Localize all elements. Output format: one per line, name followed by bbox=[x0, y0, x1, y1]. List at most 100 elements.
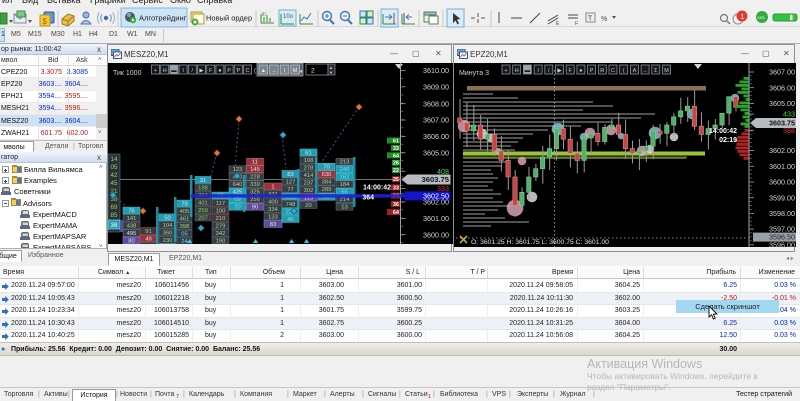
svg-text:3605.00: 3605.00 bbox=[423, 148, 449, 157]
svg-text:3608.00: 3608.00 bbox=[423, 99, 449, 108]
svg-text:M: M bbox=[664, 68, 669, 74]
svg-text:(: ( bbox=[254, 69, 256, 75]
svg-text:Σ: Σ bbox=[654, 68, 658, 74]
svg-text:278: 278 bbox=[304, 165, 314, 171]
svg-text:26: 26 bbox=[393, 161, 399, 167]
svg-text:85: 85 bbox=[111, 212, 118, 219]
svg-text:123: 123 bbox=[233, 167, 243, 173]
svg-text:237: 237 bbox=[304, 180, 314, 186]
svg-text:364: 364 bbox=[362, 195, 374, 202]
svg-text:%: % bbox=[601, 16, 607, 23]
svg-text:214: 214 bbox=[340, 197, 350, 203]
svg-text:09: 09 bbox=[234, 197, 240, 203]
svg-text:3602.00: 3602.00 bbox=[423, 198, 449, 207]
svg-text:90: 90 bbox=[252, 205, 258, 211]
svg-text:127: 127 bbox=[286, 179, 296, 185]
svg-text:210: 210 bbox=[216, 216, 226, 222]
svg-text:lt!: lt! bbox=[262, 12, 266, 18]
svg-text:14:00:42: 14:00:42 bbox=[363, 185, 391, 192]
svg-text:14:00:42: 14:00:42 bbox=[709, 128, 737, 135]
svg-text:T: T bbox=[588, 16, 593, 23]
svg-text:05: 05 bbox=[111, 164, 118, 171]
svg-text:184: 184 bbox=[340, 182, 350, 188]
svg-text:13: 13 bbox=[341, 205, 347, 211]
svg-text:76: 76 bbox=[128, 209, 134, 215]
svg-text:3606.00: 3606.00 bbox=[769, 83, 795, 92]
svg-text:70: 70 bbox=[323, 165, 329, 171]
svg-text:14: 14 bbox=[111, 156, 118, 163]
svg-text:213: 213 bbox=[340, 160, 350, 166]
svg-text:20: 20 bbox=[234, 205, 240, 211]
svg-text:$: $ bbox=[43, 17, 48, 26]
svg-text:405: 405 bbox=[180, 209, 190, 215]
svg-text:M: M bbox=[293, 68, 298, 74]
svg-text:20: 20 bbox=[305, 203, 311, 209]
svg-text:302: 302 bbox=[304, 188, 314, 194]
svg-text:438: 438 bbox=[127, 224, 137, 230]
svg-text:▼: ▼ bbox=[329, 70, 333, 75]
svg-text:69: 69 bbox=[111, 204, 118, 211]
svg-text:11: 11 bbox=[252, 160, 258, 166]
svg-text:05: 05 bbox=[181, 232, 187, 238]
svg-text:10o: 10o bbox=[283, 14, 294, 20]
svg-text:Новый ордер: Новый ордер bbox=[206, 14, 252, 23]
svg-text:→: → bbox=[642, 68, 648, 74]
svg-text:433: 433 bbox=[783, 110, 795, 119]
svg-text:+: + bbox=[154, 68, 157, 74]
svg-text:02:19: 02:19 bbox=[719, 137, 737, 144]
svg-text:P: P bbox=[227, 68, 231, 74]
svg-text:2: 2 bbox=[311, 68, 315, 75]
svg-text:Минута 3: Минута 3 bbox=[459, 70, 489, 77]
svg-text:117: 117 bbox=[216, 201, 225, 207]
svg-text:162: 162 bbox=[340, 175, 350, 181]
svg-text:22: 22 bbox=[393, 168, 399, 174]
svg-text:C: C bbox=[246, 68, 250, 74]
svg-text:207: 207 bbox=[198, 215, 208, 221]
svg-text:91: 91 bbox=[145, 229, 151, 235]
svg-text:Алготрейдинг: Алготрейдинг bbox=[139, 14, 187, 23]
svg-text:77: 77 bbox=[287, 187, 293, 193]
svg-text:R: R bbox=[600, 68, 604, 74]
svg-text:P: P bbox=[590, 68, 594, 74]
svg-text:LVL: LVL bbox=[758, 15, 766, 20]
svg-text:(: ( bbox=[623, 68, 625, 74]
svg-text:C: C bbox=[611, 68, 615, 74]
svg-text:145: 145 bbox=[250, 167, 260, 173]
svg-text:104: 104 bbox=[163, 223, 173, 229]
svg-text:384: 384 bbox=[322, 180, 332, 186]
svg-text:O: 3601.25 H: 3601.75 L: 360: O: 3601.25 H: 3601.75 L: 3600.75 C: 3601… bbox=[471, 239, 609, 246]
svg-text:398: 398 bbox=[180, 224, 190, 230]
svg-text:400: 400 bbox=[268, 199, 278, 205]
svg-text:33: 33 bbox=[393, 146, 399, 152]
svg-text:3609.00: 3609.00 bbox=[423, 82, 449, 91]
svg-text:●: ● bbox=[579, 68, 582, 74]
svg-text:3599.00: 3599.00 bbox=[769, 193, 795, 202]
svg-text:198: 198 bbox=[198, 185, 208, 191]
svg-text:230: 230 bbox=[163, 238, 173, 244]
svg-text:Тик 1000: Тик 1000 bbox=[113, 70, 142, 77]
svg-text:334: 334 bbox=[268, 207, 278, 213]
svg-text:3607.00: 3607.00 bbox=[423, 116, 449, 125]
svg-text:83: 83 bbox=[270, 222, 276, 228]
svg-text:H: H bbox=[515, 68, 519, 74]
svg-text:Ƥ: Ƥ bbox=[236, 68, 240, 74]
svg-text:▲: ▲ bbox=[261, 68, 266, 74]
svg-text:42: 42 bbox=[111, 172, 118, 179]
svg-text:495: 495 bbox=[127, 231, 137, 237]
svg-text:●: ● bbox=[218, 68, 221, 74]
svg-text:+: + bbox=[504, 68, 507, 74]
svg-text:388: 388 bbox=[783, 126, 795, 135]
svg-text:→: → bbox=[271, 68, 277, 74]
svg-text:240: 240 bbox=[340, 167, 350, 173]
svg-text:1: 1 bbox=[740, 14, 744, 21]
svg-text:640: 640 bbox=[233, 182, 243, 188]
svg-text:141: 141 bbox=[127, 216, 137, 222]
svg-text:414: 414 bbox=[304, 173, 314, 179]
svg-text:228: 228 bbox=[250, 175, 260, 181]
svg-text:61: 61 bbox=[305, 150, 311, 156]
svg-text:339: 339 bbox=[250, 182, 260, 188]
svg-text:64: 64 bbox=[393, 210, 400, 216]
svg-text:36: 36 bbox=[393, 202, 399, 208]
svg-text:3596.00: 3596.00 bbox=[769, 240, 795, 247]
svg-text:3610.00: 3610.00 bbox=[423, 66, 449, 75]
